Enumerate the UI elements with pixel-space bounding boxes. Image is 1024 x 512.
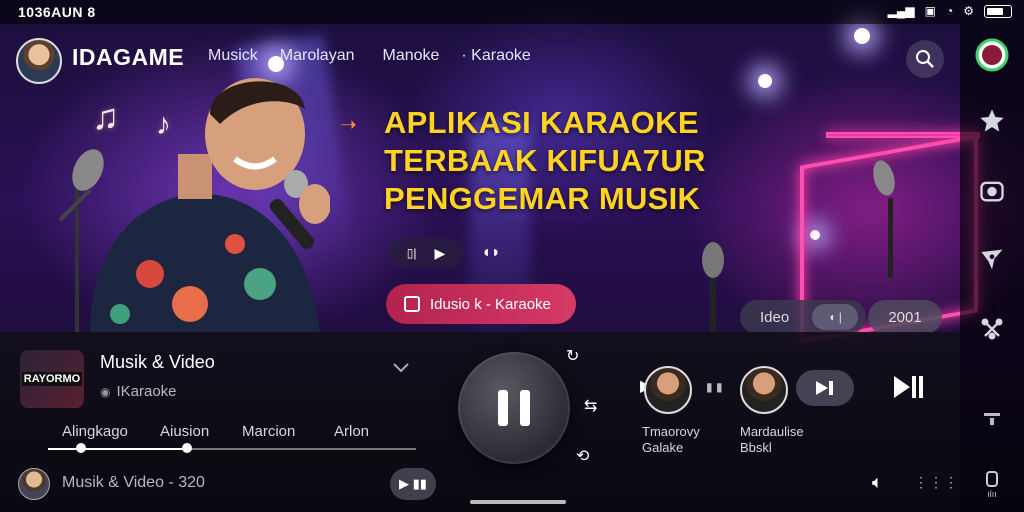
skip-forward-icon (894, 376, 923, 398)
hero-title-line: APLIKASI KARAOKE (384, 105, 699, 140)
music-note-decor: ♫ (92, 96, 119, 137)
media-toggle-icon[interactable]: ◖ | (812, 304, 858, 330)
app-brand: IDAGAME (72, 44, 185, 70)
rec-line1: Tmaorovy (642, 424, 700, 439)
album-thumbnail[interactable]: RAYORMO (20, 350, 84, 408)
karaoke-icon (404, 296, 420, 312)
sim-icon: ▣ (924, 4, 936, 18)
right-sidebar: ılıı (960, 24, 1024, 512)
mic-illustration (702, 242, 724, 338)
nav-item-marolayan[interactable]: Marolayan (280, 47, 355, 65)
recommendation-card[interactable]: Mardaulise Bbskl (740, 366, 804, 456)
waveform-small-icon: ▮ ▮ (706, 380, 723, 394)
nav-item-manoke[interactable]: Manoke (382, 47, 439, 65)
song-sub-label: IKaraoke (116, 383, 177, 400)
status-icons: ▂▄▆ ▣ ◔ ⚙ (888, 4, 1012, 18)
camera-icon (980, 181, 1004, 202)
year-label: 2001 (888, 308, 922, 326)
recommendation-card[interactable]: Tmaorovy Galake (642, 366, 700, 456)
now-row-avatar[interactable] (18, 468, 50, 500)
media-pill[interactable]: Ideo ◖ | (740, 300, 866, 334)
progress-knob[interactable] (182, 443, 192, 453)
next-track-button[interactable] (796, 370, 854, 406)
album-text: RAYORMO (21, 372, 83, 386)
nav-item-musick[interactable]: Musick (208, 47, 258, 65)
share-icon (981, 318, 1003, 340)
media-pill-label: Ideo (760, 308, 790, 326)
nav-item-karaoke[interactable]: · Karaoke (461, 47, 530, 65)
favorites-button[interactable] (973, 102, 1011, 140)
waveform-icon[interactable]: ◖◗ (476, 238, 506, 268)
hero-title: APLIKASI KARAOKE TERBAAK KIFUA7UR PENGGE… (384, 104, 706, 218)
preview-controls: ▯| ▶ (388, 238, 464, 268)
library-button[interactable]: ılıı (973, 466, 1011, 504)
camera-button[interactable] (973, 172, 1011, 210)
status-bar: 1036AUN 8 ▂▄▆ ▣ ◔ ⚙ (0, 0, 1024, 24)
share-button[interactable] (973, 310, 1011, 348)
repeat-icon[interactable]: ⟲ (576, 446, 589, 466)
profile-ring-button[interactable] (973, 36, 1011, 74)
tab-aiusion[interactable]: Aiusion (160, 423, 209, 440)
queue-toggle[interactable]: ▶ ▮▮ (390, 468, 436, 500)
gear-icon: ⚙ (963, 4, 974, 18)
star-icon (980, 109, 1004, 132)
rec-line2: Bbskl (740, 440, 772, 455)
filter-icon (984, 413, 1000, 425)
pause-icon (498, 390, 508, 426)
mic-illustration (873, 160, 895, 278)
tab-marcion[interactable]: Marcion (242, 423, 295, 440)
tab-alingkago[interactable]: Alingkago (62, 423, 128, 440)
tab-arlon[interactable]: Arlon (334, 423, 369, 440)
pause-icon (520, 390, 530, 426)
karaoke-cta-button[interactable]: Idusio k - Karaoke (386, 284, 576, 324)
search-button[interactable] (906, 40, 944, 78)
volume-icon[interactable]: 🔈︎ (872, 472, 883, 493)
queue-icon: ▶ ▮▮ (399, 476, 427, 491)
library-icon (986, 471, 998, 487)
cta-label: Idusio k - Karaoke (430, 295, 551, 313)
wifi-icon: ◔ (945, 4, 954, 18)
skip-next-icon (816, 381, 833, 395)
progress-fill (48, 448, 188, 450)
battery-icon (984, 4, 1012, 18)
artist-icon: ◉ (100, 384, 111, 399)
grid-menu-icon[interactable]: ⋮⋮⋮ (914, 474, 959, 491)
home-indicator[interactable] (470, 500, 566, 504)
chevron-down-icon[interactable] (392, 362, 410, 374)
library-label: ılıı (987, 489, 997, 499)
music-note-decor: ♪ (156, 108, 171, 141)
song-subtitle: ◉ IKaraoke (100, 383, 177, 400)
rec-line2: Galake (642, 440, 684, 455)
lyrics-icon[interactable]: ▯| (407, 246, 417, 260)
play-icon[interactable]: ▶ (434, 245, 445, 262)
hero-title-line: TERBAAK KIFUA7UR (384, 143, 706, 178)
top-nav: Musick Marolayan Manoke · Karaoke (208, 47, 531, 65)
user-avatar[interactable] (16, 38, 62, 84)
arrow-decor-icon: ➝ (340, 114, 357, 136)
signal-icon: ▂▄▆ (887, 4, 915, 18)
shuffle-icon[interactable]: ⇆ (584, 396, 597, 416)
guitar-button[interactable] (973, 240, 1011, 278)
status-time: 1036AUN 8 (18, 4, 96, 20)
filter-button[interactable] (973, 400, 1011, 438)
song-title: Musik & Video (100, 352, 215, 372)
neon-line (826, 132, 980, 138)
search-icon (916, 50, 934, 68)
progress-marker[interactable] (76, 443, 86, 453)
rec-line1: Mardaulise (740, 424, 804, 439)
hero-title-line: PENGGEMAR MUSIK (384, 181, 701, 216)
loop-icon[interactable]: ↻ (566, 346, 579, 366)
profile-ring-icon (975, 38, 1009, 72)
now-row-text: Musik & Video - 320 (62, 474, 205, 491)
top-header: IDAGAME Musick Marolayan Manoke · Karaok… (0, 24, 960, 90)
guitar-icon (981, 249, 1003, 270)
rec-avatar (644, 366, 692, 414)
rec-avatar (740, 366, 788, 414)
skip-forward-button[interactable] (892, 374, 926, 405)
year-pill[interactable]: 2001 (868, 300, 942, 334)
pause-button[interactable] (458, 352, 570, 464)
progress-bar[interactable] (48, 443, 416, 453)
